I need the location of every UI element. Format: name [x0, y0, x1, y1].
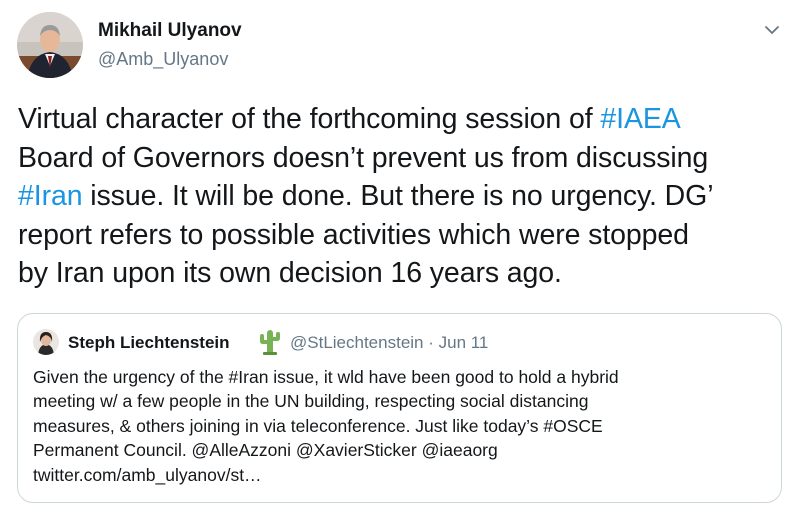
quoted-text-line: Given the urgency of the #Iran issue, it… — [33, 367, 619, 387]
quoted-tweet[interactable]: Steph Liechtenstein @StLiechtenstein · J… — [17, 313, 782, 503]
cactus-icon — [257, 328, 283, 356]
text-segment: by Iran upon its own decision 16 years a… — [18, 257, 562, 289]
tweet-text-line: report refers to possible activities whi… — [18, 216, 788, 255]
quoted-text: Given the urgency of the #Iran issue, it… — [33, 365, 773, 487]
author-avatar[interactable] — [17, 12, 83, 78]
quoted-text-line: twitter.com/amb_ulyanov/st… — [33, 464, 262, 485]
tweet-card: Mikhail Ulyanov @Amb_Ulyanov Virtual cha… — [0, 0, 801, 521]
text-segment: issue. It will be done. But there is no … — [82, 180, 714, 212]
tweet-text-line: Board of Governors doesn’t prevent us fr… — [18, 139, 788, 178]
hashtag-link[interactable]: #IAEA — [600, 103, 680, 135]
author-name[interactable]: Mikhail Ulyanov — [98, 20, 242, 42]
quoted-text-line: meeting w/ a few people in the UN buildi… — [33, 391, 589, 412]
quoted-author-avatar[interactable] — [33, 329, 59, 355]
text-segment: Virtual character of the forthcoming ses… — [18, 103, 601, 135]
text-segment: Board of Governors doesn’t prevent us fr… — [18, 141, 709, 174]
quoted-text-line: Permanent Council. @AlleAzzoni @XavierSt… — [33, 440, 498, 461]
avatar-photo — [33, 329, 59, 355]
tweet-text: Virtual character of the forthcoming ses… — [18, 100, 788, 293]
hashtag-link[interactable]: #Iran — [18, 180, 83, 212]
quoted-text-line: measures, & others joining in via teleco… — [33, 415, 603, 436]
tweet-text-line: #Iran issue. It will be done. But there … — [18, 177, 788, 216]
tweet-text-line: Virtual character of the forthcoming ses… — [18, 100, 788, 139]
quoted-author-name[interactable]: Steph Liechtenstein — [68, 332, 230, 354]
quoted-handle-date[interactable]: @StLiechtenstein · Jun 11 — [290, 332, 488, 354]
chevron-down-icon[interactable] — [762, 20, 782, 40]
tweet-text-line: by Iran upon its own decision 16 years a… — [18, 254, 788, 293]
author-handle[interactable]: @Amb_Ulyanov — [98, 48, 228, 70]
avatar-photo — [17, 12, 83, 78]
text-segment: report refers to possible activities whi… — [18, 218, 689, 251]
